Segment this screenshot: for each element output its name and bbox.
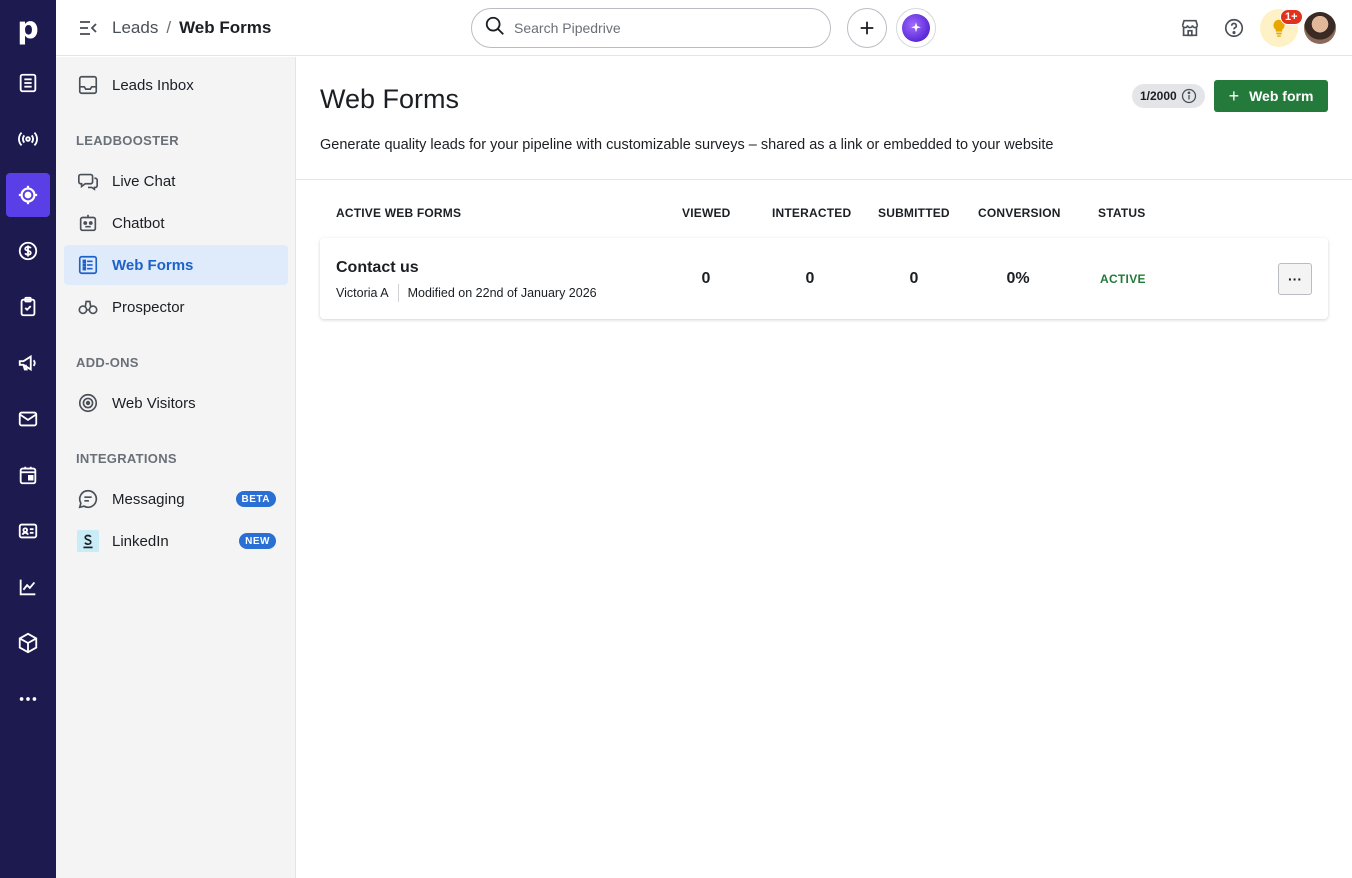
sidebar-item-prospector[interactable]: Prospector (64, 287, 288, 327)
sidebar-item-web-forms[interactable]: Web Forms (64, 245, 288, 285)
column-header-viewed: VIEWED (682, 206, 731, 220)
pipedrive-logo[interactable]: p (0, 0, 56, 56)
search-icon (484, 15, 506, 42)
info-icon (1181, 88, 1196, 104)
form-list-icon (76, 253, 100, 277)
message-bubble-icon (76, 487, 100, 511)
marketplace-icon[interactable] (1176, 14, 1204, 42)
products-icon[interactable] (6, 621, 50, 665)
column-header-interacted: INTERACTED (772, 206, 852, 220)
user-avatar[interactable] (1304, 12, 1336, 44)
beta-badge: BETA (235, 491, 276, 507)
more-actions-button[interactable]: ··· (1278, 263, 1312, 295)
sidebar-item-web-visitors[interactable]: Web Visitors (64, 383, 288, 423)
header-divider (296, 179, 1352, 180)
main-content: Web Forms 1/2000 + Web form Generate qua… (296, 57, 1352, 878)
section-addons: ADD-ONS (76, 355, 139, 370)
interacted-count: 0 (805, 270, 815, 287)
add-web-form-label: Web form (1249, 88, 1314, 104)
inbox-icon (76, 73, 100, 97)
table-row[interactable]: Contact us Victoria A Modified on 22nd o… (320, 238, 1328, 319)
column-header-submitted: SUBMITTED (878, 206, 950, 220)
meta-separator (397, 284, 399, 302)
section-leadbooster: LEADBOOSTER (76, 133, 179, 148)
plus-icon (860, 21, 874, 35)
notification-badge: 1+ (1280, 9, 1303, 25)
quota-value: 1/2000 (1140, 89, 1177, 103)
leads-sidebar: Leads Inbox LEADBOOSTER Live Chat Chatbo… (56, 57, 296, 878)
form-owner: Victoria A (336, 286, 389, 300)
sidebar-item-label: LinkedIn (112, 532, 169, 550)
form-meta: Victoria A Modified on 22nd of January 2… (336, 284, 597, 302)
new-badge: NEW (239, 533, 276, 549)
sidebar-item-live-chat[interactable]: Live Chat (64, 161, 288, 201)
form-quota[interactable]: 1/2000 (1132, 84, 1205, 108)
contacts-icon[interactable] (6, 509, 50, 553)
section-integrations: INTEGRATIONS (76, 451, 177, 466)
deals-icon[interactable] (6, 61, 50, 105)
ellipsis-icon: ··· (1288, 271, 1302, 287)
chat-bubbles-icon (76, 169, 100, 193)
ai-assistant-button[interactable] (896, 8, 936, 48)
conversion-rate: 0% (1006, 270, 1030, 287)
sidebar-item-label: Chatbot (112, 214, 165, 232)
broadcast-icon[interactable] (6, 117, 50, 161)
sidebar-item-chatbot[interactable]: Chatbot (64, 203, 288, 243)
sidebar-item-label: Prospector (112, 298, 185, 316)
insights-icon[interactable] (6, 565, 50, 609)
collapse-sidebar-icon[interactable] (78, 18, 98, 38)
column-header-conversion: CONVERSION (978, 206, 1061, 220)
sparkle-icon (902, 14, 930, 42)
sidebar-item-messaging[interactable]: Messaging BETA (64, 479, 288, 519)
breadcrumb-leads[interactable]: Leads (112, 18, 158, 38)
sidebar-item-label: Leads Inbox (112, 76, 194, 94)
more-icon[interactable] (6, 677, 50, 721)
viewed-count: 0 (701, 270, 711, 287)
help-icon[interactable] (1220, 14, 1248, 42)
breadcrumb-current: Web Forms (179, 18, 272, 37)
add-web-form-button[interactable]: + Web form (1214, 80, 1328, 112)
sidebar-item-label: Live Chat (112, 172, 176, 190)
plus-icon: + (1228, 85, 1240, 106)
dollar-icon[interactable] (6, 229, 50, 273)
mail-icon[interactable] (6, 397, 50, 441)
form-modified: Modified on 22nd of January 2026 (407, 286, 597, 300)
status-badge: ACTIVE (1100, 272, 1146, 286)
sidebar-item-label: Messaging (112, 490, 185, 508)
breadcrumb-separator: / (166, 18, 172, 37)
search-input[interactable] (514, 20, 814, 36)
robot-icon (76, 211, 100, 235)
radar-icon (76, 391, 100, 415)
top-bar: Leads / Web Forms 1+ (56, 0, 1352, 56)
page-title: Web Forms (320, 84, 460, 114)
sidebar-item-label: Web Visitors (112, 394, 196, 412)
sidebar-item-label: Web Forms (112, 256, 194, 274)
submitted-count: 0 (909, 270, 919, 287)
binoculars-icon (76, 295, 100, 319)
page-subtitle: Generate quality leads for your pipeline… (320, 137, 1054, 153)
activities-icon[interactable] (6, 285, 50, 329)
column-header-name: ACTIVE WEB FORMS (336, 206, 462, 220)
linkedin-app-icon (76, 529, 100, 553)
calendar-icon[interactable] (6, 453, 50, 497)
megaphone-icon[interactable] (6, 341, 50, 385)
form-name[interactable]: Contact us (336, 259, 419, 277)
sidebar-item-linkedin[interactable]: LinkedIn NEW (64, 521, 288, 561)
quick-add-button[interactable] (847, 8, 887, 48)
breadcrumb: Leads / Web Forms (112, 18, 271, 38)
leads-target-icon[interactable] (6, 173, 50, 217)
main-nav-rail: p (0, 0, 56, 878)
search-box[interactable] (471, 8, 831, 48)
column-header-status: STATUS (1098, 206, 1146, 220)
sidebar-item-leads-inbox[interactable]: Leads Inbox (64, 65, 288, 105)
